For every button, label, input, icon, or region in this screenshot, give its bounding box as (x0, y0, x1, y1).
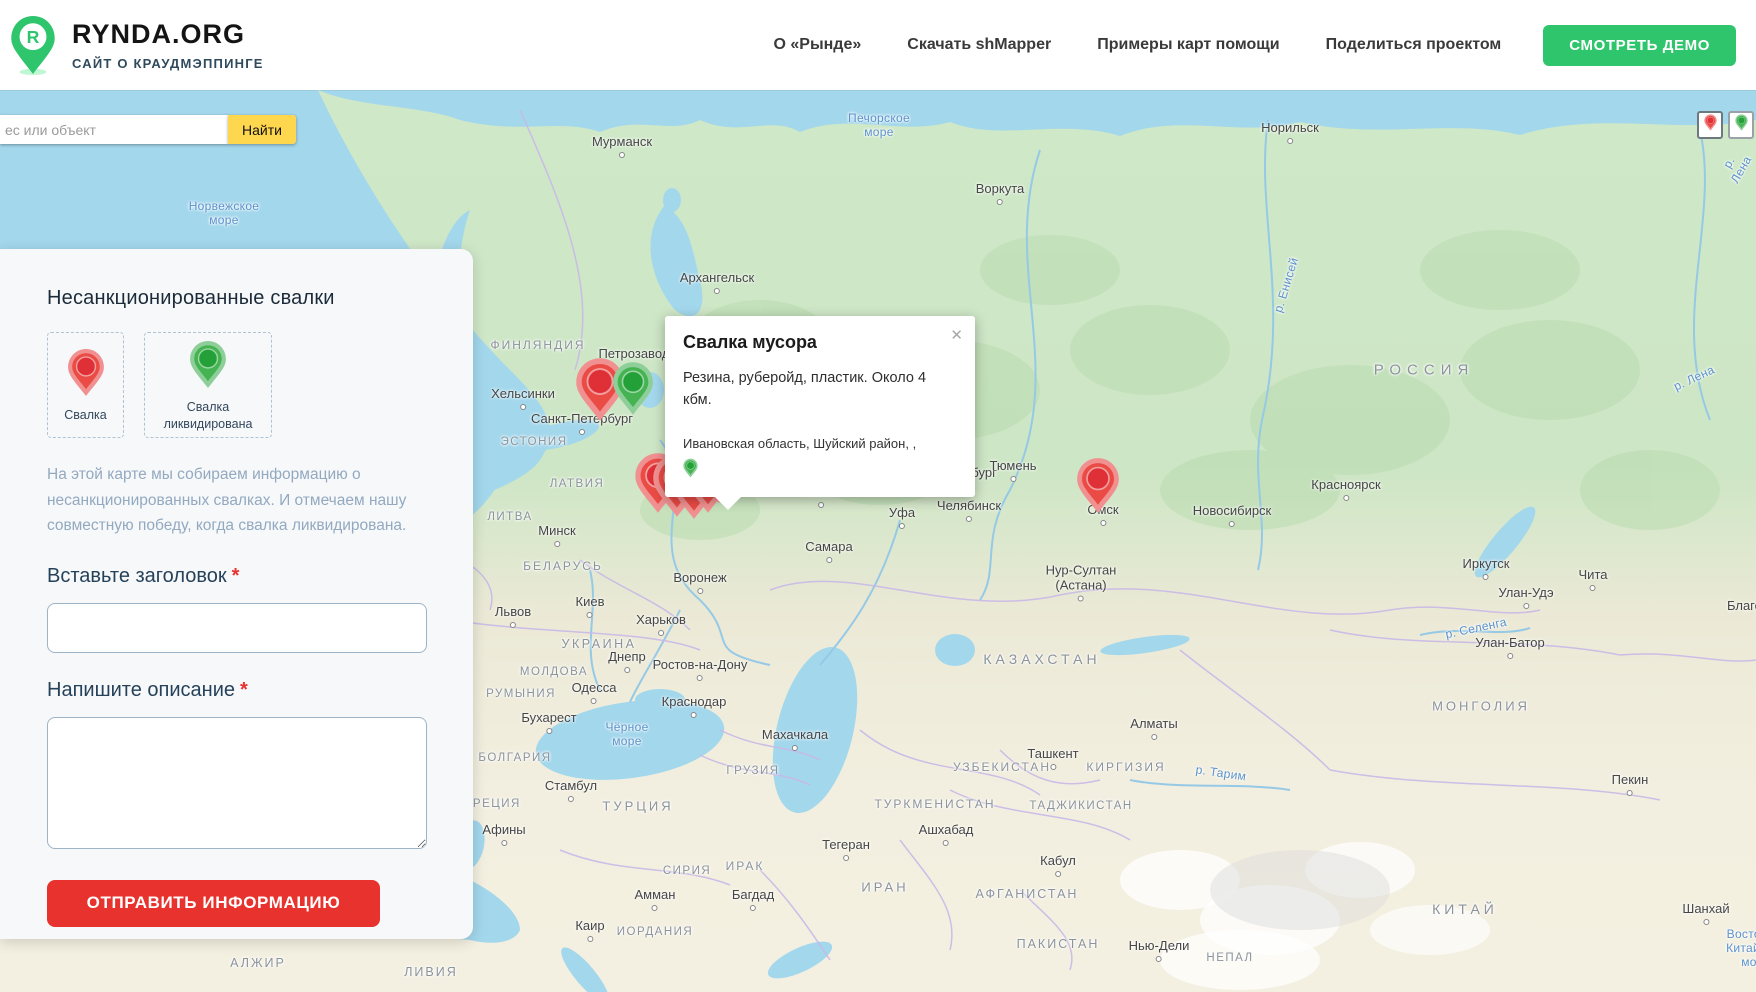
description-textarea[interactable] (47, 717, 427, 849)
legend-liquidated-label: Свалка ликвидирована (151, 399, 265, 432)
site-title: RYNDA.ORG (72, 19, 264, 50)
legend-dump: Свалка (47, 332, 124, 438)
legend-liquidated: Свалка ликвидирована (144, 332, 272, 438)
description-field-label: Напишите описание* (47, 679, 427, 702)
nav-about[interactable]: О «Рынде» (774, 36, 862, 54)
header: R RYNDA.ORG САЙТ О КРАУДМЭППИНГЕ О «Рынд… (0, 0, 1756, 90)
popup-title: Свалка мусора (683, 332, 957, 353)
layer-toggle-dumps[interactable] (1697, 111, 1723, 139)
required-asterisk: * (240, 679, 248, 701)
layer-toggle-liquidated[interactable] (1728, 111, 1754, 139)
main-nav: О «Рынде» Скачать shMapper Примеры карт … (774, 36, 1502, 54)
submit-button[interactable]: ОТПРАВИТЬ ИНФОРМАЦИЮ (47, 880, 380, 927)
svg-text:R: R (27, 27, 40, 47)
legend: Свалка Свалка ликвидирована (47, 332, 427, 438)
logo-text: RYNDA.ORG САЙТ О КРАУДМЭППИНГЕ (72, 19, 264, 71)
map-search: Найти (0, 115, 296, 144)
close-icon[interactable]: ✕ (950, 328, 963, 343)
location-pin-icon (683, 458, 957, 483)
logo-pin-icon: R (10, 15, 56, 75)
dump-info-popup: Свалка мусора ✕ Резина, руберойд, пласти… (665, 316, 975, 497)
red-pin-icon (67, 348, 105, 402)
nav-share-project[interactable]: Поделиться проектом (1326, 36, 1502, 54)
layer-toggles (1697, 111, 1754, 139)
nav-download-shmapper[interactable]: Скачать shMapper (907, 36, 1051, 54)
title-field-label-text: Вставьте заголовок (47, 565, 227, 587)
logo[interactable]: R RYNDA.ORG САЙТ О КРАУДМЭППИНГЕ (10, 15, 264, 75)
popup-address: Ивановская область, Шуйский район, , (683, 436, 957, 451)
legend-dump-label: Свалка (64, 407, 106, 423)
panel-description: На этой карте мы собираем информацию о н… (47, 462, 435, 539)
search-input[interactable] (0, 115, 228, 144)
map-marker-green[interactable] (612, 361, 654, 421)
map-marker-red[interactable] (1076, 457, 1120, 519)
required-asterisk: * (232, 565, 240, 587)
search-button[interactable]: Найти (228, 115, 296, 144)
title-input[interactable] (47, 603, 427, 653)
report-panel: Несанкционированные свалки Свалка Свалка… (0, 249, 473, 939)
demo-button[interactable]: СМОТРЕТЬ ДЕМО (1543, 25, 1736, 66)
site-subtitle: САЙТ О КРАУДМЭППИНГЕ (72, 56, 264, 71)
description-field-label-text: Напишите описание (47, 679, 235, 701)
nav-map-examples[interactable]: Примеры карт помощи (1097, 36, 1279, 54)
popup-description: Резина, руберойд, пластик. Около 4 кбм. (683, 367, 957, 412)
panel-title: Несанкционированные свалки (47, 287, 427, 310)
red-pin-icon (1704, 114, 1717, 136)
green-pin-icon (189, 340, 227, 394)
title-field-label: Вставьте заголовок* (47, 565, 427, 588)
green-pin-icon (1735, 114, 1748, 136)
